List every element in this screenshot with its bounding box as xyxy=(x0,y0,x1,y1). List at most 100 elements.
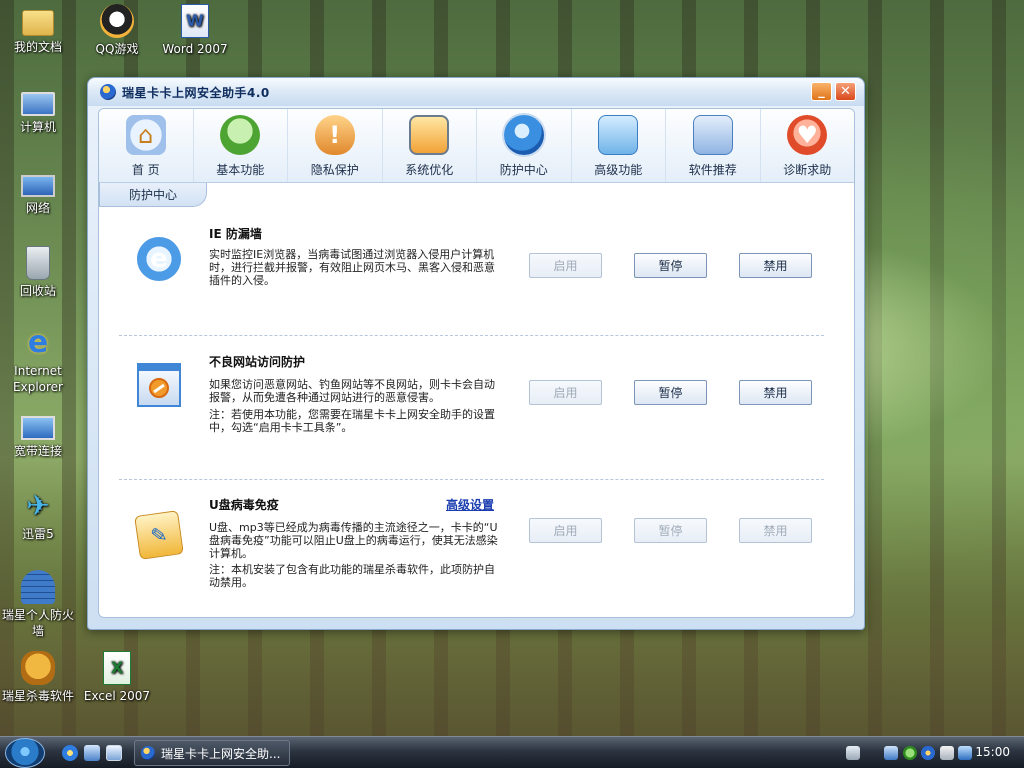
tab-home[interactable]: ⌂ 首 页 xyxy=(99,109,194,182)
tab-system-optimization[interactable]: 系统优化 xyxy=(383,109,477,182)
tab-label: 首 页 xyxy=(131,163,160,177)
section-ie-leak-wall: e IE 防漏墙 实时监控IE浏览器，当病毒试图通过浏览器入侵用户计算机时，进行… xyxy=(99,219,854,339)
recycle-bin-icon xyxy=(26,246,50,280)
enable-button[interactable]: 启用 xyxy=(529,518,602,543)
keyboard-icon[interactable] xyxy=(846,746,860,760)
start-button[interactable] xyxy=(5,738,45,768)
desktop-icon-my-documents[interactable]: 我的文档 xyxy=(0,4,76,55)
minimize-button[interactable]: _ xyxy=(811,82,832,101)
pause-button[interactable]: 暂停 xyxy=(634,518,707,543)
desktop-icon-label: 宽带连接 xyxy=(13,444,62,458)
disable-button[interactable]: 禁用 xyxy=(739,380,812,405)
section-bad-website-protection: 不良网站访问防护 如果您访问恶意网站、钓鱼网站等不良网站，则卡卡会自动报警，从而… xyxy=(99,347,854,477)
tab-privacy-protection[interactable]: ! 隐私保护 xyxy=(288,109,383,182)
tab-basic-functions[interactable]: 基本功能 xyxy=(194,109,288,182)
desktop-icon-label: QQ游戏 xyxy=(95,42,139,56)
desktop-icon-label: 网络 xyxy=(25,201,50,215)
thunder-icon: ✈ xyxy=(26,489,50,522)
tab-label: 隐私保护 xyxy=(310,163,359,177)
disable-button[interactable]: 禁用 xyxy=(739,518,812,543)
enable-button[interactable]: 启用 xyxy=(529,253,602,278)
network-tray-icon[interactable] xyxy=(884,746,898,760)
desktop-icon-antivirus[interactable]: 瑞星杀毒软件 xyxy=(0,651,76,704)
tab-label: 软件推荐 xyxy=(688,163,737,177)
taskbar-item-label: 瑞星卡卡上网安全助... xyxy=(161,746,281,761)
subtab-row: 防护中心 xyxy=(99,183,854,207)
desktop-icon-network[interactable]: 网络 xyxy=(0,165,76,216)
antivirus-icon xyxy=(21,651,55,685)
main-window: 瑞星卡卡上网安全助手4.0 _ ✕ ⌂ 首 页 基本功能 ! 隐私保护 系统优化 xyxy=(87,77,865,630)
network-icon xyxy=(21,175,55,197)
tab-label: 防护中心 xyxy=(499,163,548,177)
taskbar-item-app[interactable]: 瑞星卡卡上网安全助... xyxy=(134,740,290,766)
desktop-icon-word[interactable]: W Word 2007 xyxy=(157,4,233,57)
desktop-icon-label: Word 2007 xyxy=(162,42,228,56)
section-description: 如果您访问恶意网站、钓鱼网站等不良网站，则卡卡会自动报警，从而免遭各种通过网站进… xyxy=(209,378,495,404)
advanced-settings-link[interactable]: 高级设置 xyxy=(446,496,494,513)
word-icon: W xyxy=(181,4,209,38)
desktop-icon-excel[interactable]: X Excel 2007 xyxy=(79,651,155,704)
firewall-icon xyxy=(21,570,55,604)
tab-diagnosis-help[interactable]: ♥ 诊断求助 xyxy=(761,109,855,182)
mouse-icon xyxy=(220,115,261,155)
quicklaunch-desktop-icon[interactable] xyxy=(106,745,122,761)
app-logo-icon xyxy=(100,84,116,100)
app-logo-icon xyxy=(141,746,155,760)
ie-shield-icon: e xyxy=(137,237,181,281)
kaka-tray-icon[interactable] xyxy=(921,746,935,760)
pause-button[interactable]: 暂停 xyxy=(634,380,707,405)
desktop-icon-computer[interactable]: 计算机 xyxy=(0,84,76,135)
title-bar[interactable]: 瑞星卡卡上网安全助手4.0 _ ✕ xyxy=(88,78,864,106)
ie-icon: e xyxy=(27,325,49,360)
computer-icon xyxy=(21,92,55,116)
pause-button[interactable]: 暂停 xyxy=(634,253,707,278)
quicklaunch-computer-icon[interactable] xyxy=(84,745,100,761)
umbrella-icon[interactable] xyxy=(903,746,917,760)
tab-label: 基本功能 xyxy=(216,163,265,177)
taskbar: 瑞星卡卡上网安全助... 15:00 xyxy=(0,736,1024,768)
blocked-website-icon xyxy=(137,363,181,407)
desktop-icon-label: Excel 2007 xyxy=(83,689,151,703)
shield-icon: ! xyxy=(314,115,355,155)
section-note: 注：本机安装了包含有此功能的瑞星杀毒软件，此项防护自动禁用。 xyxy=(209,563,495,589)
desktop-icon-internet-explorer[interactable]: e Internet Explorer xyxy=(0,326,76,395)
desktop-icon-qq-games[interactable]: QQ游戏 xyxy=(79,4,155,57)
home-icon: ⌂ xyxy=(125,115,166,155)
tab-label: 诊断求助 xyxy=(783,163,832,177)
subtab-protection-center[interactable]: 防护中心 xyxy=(99,183,207,207)
ime-icon[interactable] xyxy=(958,746,972,760)
content-panel: ⌂ 首 页 基本功能 ! 隐私保护 系统优化 防护中心 高级功能 软件推荐 ♥ … xyxy=(98,108,855,618)
desktop-icon-label: Internet Explorer xyxy=(13,364,63,394)
desktop-icon-firewall[interactable]: 瑞星个人防火墙 xyxy=(0,570,76,639)
tab-software-recommend[interactable]: 软件推荐 xyxy=(666,109,761,182)
section-description: 实时监控IE浏览器，当病毒试图通过浏览器入侵用户计算机时，进行拦截并报警，有效阻… xyxy=(209,248,495,287)
desktop-icon-label: 迅雷5 xyxy=(22,527,54,541)
disable-button[interactable]: 禁用 xyxy=(739,253,812,278)
desktop-icon-label: 瑞星个人防火墙 xyxy=(1,608,74,638)
main-toolbar: ⌂ 首 页 基本功能 ! 隐私保护 系统优化 防护中心 高级功能 软件推荐 ♥ … xyxy=(99,109,854,183)
qq-icon xyxy=(100,4,134,38)
volume-icon[interactable] xyxy=(940,746,954,760)
section-title: U盘病毒免疫 xyxy=(209,498,279,512)
close-icon: ✕ xyxy=(840,84,851,99)
minimize-icon: _ xyxy=(818,84,825,99)
tab-protection-center[interactable]: 防护中心 xyxy=(477,109,572,182)
desktop-icon-broadband[interactable]: 宽带连接 xyxy=(0,408,76,459)
desktop-icon-label: 回收站 xyxy=(19,284,56,298)
enable-button[interactable]: 启用 xyxy=(529,380,602,405)
desktop-icon-thunder[interactable]: ✈ 迅雷5 xyxy=(0,489,76,542)
clock[interactable]: 15:00 xyxy=(975,745,1010,759)
close-button[interactable]: ✕ xyxy=(835,82,856,101)
tab-label: 高级功能 xyxy=(594,163,643,177)
quicklaunch-ie-icon[interactable] xyxy=(62,745,78,761)
usb-drive-icon: ✎ xyxy=(134,510,184,560)
tab-label: 系统优化 xyxy=(405,163,454,177)
section-divider xyxy=(119,335,824,336)
section-title: 不良网站访问防护 xyxy=(209,355,306,369)
window-title: 瑞星卡卡上网安全助手4.0 xyxy=(122,85,270,100)
tab-advanced-functions[interactable]: 高级功能 xyxy=(572,109,666,182)
section-usb-virus-immunity: ✎ U盘病毒免疫 高级设置 U盘、mp3等已经成为病毒传播的主流途径之一，卡卡的… xyxy=(99,493,854,617)
monitor-gear-icon xyxy=(409,115,450,155)
desktop-icon-recycle-bin[interactable]: 回收站 xyxy=(0,246,76,299)
broadband-icon xyxy=(21,416,55,440)
